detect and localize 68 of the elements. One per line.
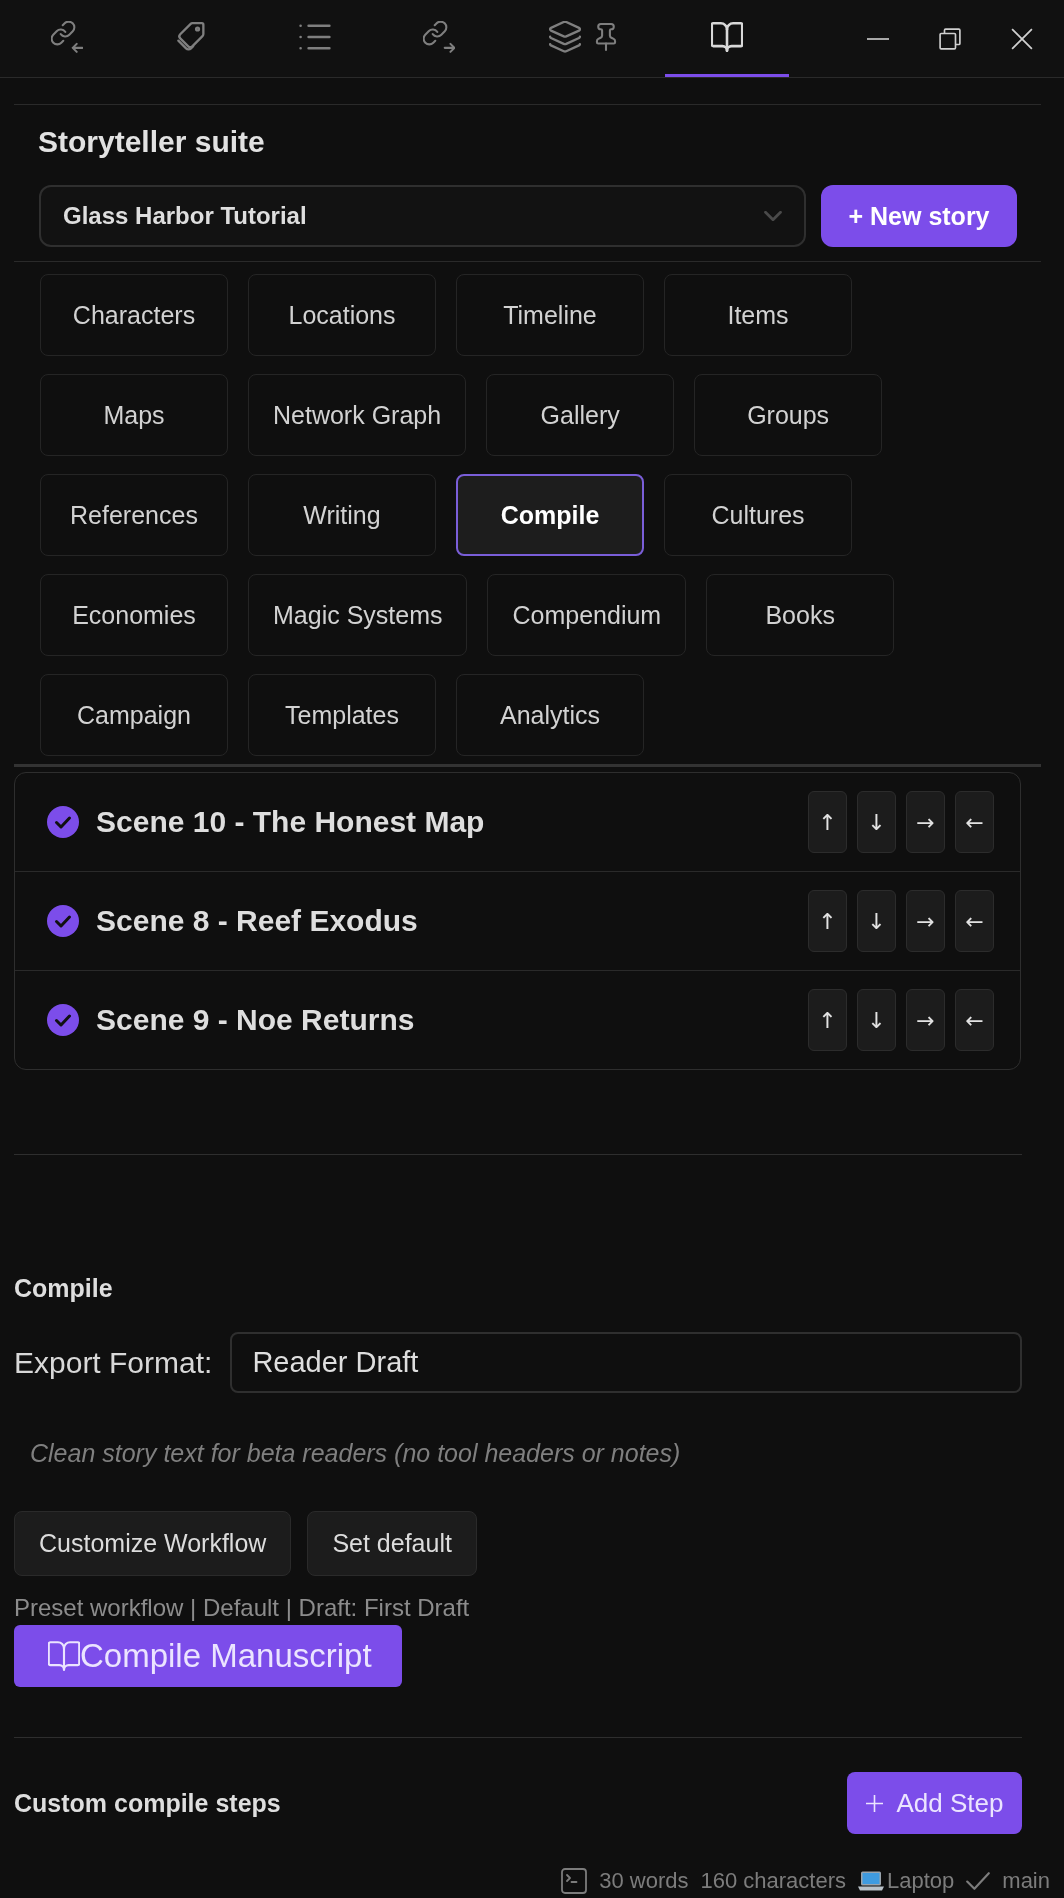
scene-title: Scene 9 - Noe Returns: [96, 1003, 415, 1037]
laptop-icon: [858, 1870, 884, 1892]
tags-icon: [175, 21, 207, 53]
left-arrow-button[interactable]: ←: [955, 989, 994, 1051]
field-label: Export Format:: [14, 1345, 213, 1380]
close-icon[interactable]: [1011, 27, 1033, 50]
up-arrow-button[interactable]: ↑: [808, 791, 847, 853]
link-arrow-right-icon: [423, 21, 455, 53]
view-tab[interactable]: References: [40, 474, 228, 556]
view-tab[interactable]: Templates: [248, 674, 436, 756]
new-story-button[interactable]: + New story: [821, 185, 1017, 247]
view-tab[interactable]: Campaign: [40, 674, 228, 756]
view-tab[interactable]: Items: [664, 274, 852, 356]
check-circle-icon[interactable]: [47, 905, 79, 937]
down-arrow-button[interactable]: ↓: [857, 890, 896, 952]
right-arrow-button[interactable]: →: [906, 791, 945, 853]
branch-name: main: [1002, 1867, 1050, 1895]
section-heading: Compile: [14, 1273, 114, 1303]
left-arrow-button[interactable]: ←: [955, 791, 994, 853]
view-tab[interactable]: Magic Systems: [248, 574, 468, 656]
view-tab[interactable]: Network Graph: [248, 374, 467, 456]
scene-title: Scene 10 - The Honest Map: [96, 805, 485, 839]
up-arrow-button[interactable]: ↑: [808, 890, 847, 952]
book-icon: [711, 21, 743, 53]
right-arrow-button[interactable]: →: [906, 989, 945, 1051]
view-tab[interactable]: Compendium: [487, 574, 687, 656]
view-tab[interactable]: Analytics: [456, 674, 644, 756]
chevron-down-icon: [764, 211, 782, 221]
view-tab[interactable]: Timeline: [456, 274, 644, 356]
left-arrow-button[interactable]: ←: [955, 890, 994, 952]
view-tab[interactable]: Groups: [694, 374, 883, 456]
customize-workflow-button[interactable]: Customize Workflow: [14, 1511, 292, 1576]
compile-button[interactable]: Compile Manuscript: [14, 1625, 402, 1687]
up-arrow-button[interactable]: ↑: [808, 989, 847, 1051]
view-tab[interactable]: Economies: [40, 574, 228, 656]
format-description: Clean story text for beta readers (no tool headers or notes): [29, 1438, 682, 1468]
view-tab[interactable]: Maps: [40, 374, 228, 456]
story-select[interactable]: Glass Harbor Tutorial: [39, 185, 806, 247]
down-arrow-button[interactable]: ↓: [857, 791, 896, 853]
view-tab[interactable]: Cultures: [664, 474, 852, 556]
minimize-icon[interactable]: [867, 37, 889, 40]
down-arrow-button[interactable]: ↓: [857, 989, 896, 1051]
plus-icon: [865, 1794, 883, 1812]
device-name: Laptop: [887, 1867, 955, 1895]
view-tab[interactable]: Locations: [248, 274, 436, 356]
view-tab[interactable]: Gallery: [486, 374, 675, 456]
view-tab[interactable]: Characters: [40, 274, 228, 356]
check-circle-icon[interactable]: [47, 806, 79, 838]
right-arrow-button[interactable]: →: [906, 890, 945, 952]
panel-title: Storyteller suite: [38, 124, 266, 160]
section-heading: Custom compile steps: [14, 1788, 281, 1818]
export-format-select[interactable]: Reader Draft: [230, 1332, 1022, 1393]
word-count: 30 words: [599, 1867, 689, 1895]
view-tab[interactable]: Books: [706, 574, 895, 656]
check-icon: [966, 1872, 991, 1890]
terminal-icon[interactable]: [561, 1868, 588, 1894]
scene-title: Scene 8 - Reef Exodus: [96, 904, 418, 938]
workflow-summary: Preset workflow | Default | Draft: First Draft: [14, 1594, 471, 1622]
link-arrow-left-icon: [51, 21, 83, 53]
layers-icon: [549, 21, 581, 53]
view-tab[interactable]: Compile: [456, 474, 644, 556]
character-count: 160 characters: [700, 1867, 846, 1895]
view-tab[interactable]: Writing: [248, 474, 436, 556]
add-step-button[interactable]: Add Step: [847, 1772, 1022, 1834]
set-default-button[interactable]: Set default: [307, 1511, 477, 1576]
check-circle-icon[interactable]: [47, 1004, 79, 1036]
restore-icon[interactable]: [939, 27, 961, 50]
book-icon: [48, 1641, 80, 1671]
